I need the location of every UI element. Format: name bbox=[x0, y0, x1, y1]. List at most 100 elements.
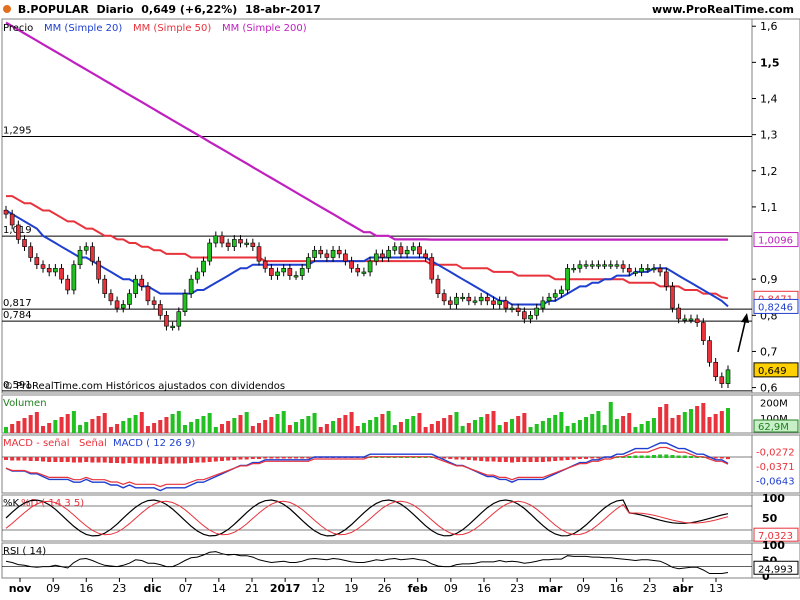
price-tick-label: 1,5 bbox=[760, 56, 780, 69]
candle-body bbox=[324, 253, 330, 258]
volume-bar bbox=[287, 425, 292, 433]
candle-body bbox=[460, 296, 465, 300]
candle-body bbox=[53, 268, 58, 273]
volume-bar bbox=[485, 414, 490, 433]
macd-hist-bar bbox=[108, 457, 113, 463]
volume-bar bbox=[158, 420, 163, 433]
macd-hist-bar bbox=[65, 457, 70, 462]
stoch-tick-label: 100 bbox=[762, 492, 785, 505]
candle-body bbox=[145, 286, 151, 302]
volume-bar bbox=[651, 418, 656, 433]
price-tick-label: 1,4 bbox=[760, 92, 778, 105]
candle-body bbox=[670, 286, 675, 309]
candle-body bbox=[404, 249, 410, 255]
x-tick-label: nov bbox=[9, 582, 32, 595]
x-tick-label: 12 bbox=[311, 582, 325, 595]
macd-hist-bar bbox=[263, 457, 268, 459]
macd-hist-bar bbox=[503, 457, 508, 462]
candle-body bbox=[114, 300, 120, 309]
candle-body bbox=[330, 249, 336, 258]
macd-hist-bar bbox=[682, 455, 687, 458]
candle-body bbox=[22, 239, 27, 247]
macd-hist-bar bbox=[460, 457, 465, 460]
volume-bar bbox=[713, 414, 718, 433]
macd-hist-bar bbox=[164, 457, 169, 464]
volume-bar bbox=[435, 421, 440, 433]
x-tick-label: 07 bbox=[179, 582, 193, 595]
panel-price bbox=[1, 18, 753, 394]
volume-tag-label: 62,9M bbox=[758, 422, 789, 433]
candle-body bbox=[707, 340, 712, 363]
volume-bar bbox=[577, 420, 582, 433]
macd-hist-bar bbox=[479, 457, 484, 461]
candle-body bbox=[40, 264, 46, 269]
candle-body bbox=[583, 264, 589, 267]
macd-hist-bar bbox=[645, 455, 650, 458]
volume-bar bbox=[201, 416, 206, 433]
volume-bar bbox=[608, 402, 613, 433]
volume-bar bbox=[269, 417, 274, 433]
volume-bar bbox=[423, 427, 428, 433]
volume-bar bbox=[41, 426, 46, 433]
candle-body bbox=[244, 242, 249, 245]
x-tick-label: 14 bbox=[212, 582, 226, 595]
candle-body bbox=[380, 253, 385, 258]
candle-body bbox=[293, 275, 299, 278]
volume-bar bbox=[115, 424, 120, 433]
candle-body bbox=[28, 246, 33, 258]
candle-body bbox=[435, 278, 441, 294]
candle-body bbox=[651, 268, 657, 271]
candle-body bbox=[559, 289, 564, 294]
candle-body bbox=[219, 235, 225, 244]
macd-hist-bar bbox=[688, 456, 693, 458]
macd-hist-bar bbox=[115, 457, 120, 463]
macd-hist-bar bbox=[676, 455, 681, 458]
candle-body bbox=[509, 307, 515, 310]
volume-bar bbox=[219, 424, 224, 433]
x-tick-label: dic bbox=[143, 582, 161, 595]
candle-body bbox=[497, 300, 502, 305]
candle-body bbox=[133, 278, 138, 294]
price-tick-label: 0,7 bbox=[760, 345, 778, 358]
macd-hist-bar bbox=[84, 457, 89, 462]
volume-bar bbox=[688, 409, 693, 433]
candle-body bbox=[77, 249, 83, 266]
x-tick-label: 26 bbox=[378, 582, 392, 595]
macd-hist-bar bbox=[577, 457, 582, 459]
volume-bar bbox=[380, 414, 385, 433]
volume-bar bbox=[170, 414, 175, 433]
volume-bar bbox=[108, 427, 113, 433]
macd-hist-bar bbox=[658, 454, 663, 458]
candle-body bbox=[602, 264, 607, 267]
candle-body bbox=[250, 242, 256, 247]
copyright-text: © ProRealTime.com Históricos ajustados c… bbox=[3, 380, 285, 392]
candle-body bbox=[534, 307, 540, 316]
volume-bar bbox=[275, 414, 280, 433]
macd-hist-bar bbox=[257, 457, 262, 459]
candle-body bbox=[207, 242, 212, 262]
macd-hist-bar bbox=[448, 457, 453, 459]
level-label: 0,784 bbox=[3, 310, 32, 321]
price-tick-label: 0,9 bbox=[760, 273, 778, 286]
macd-hist-bar bbox=[664, 454, 669, 458]
candle-body bbox=[287, 268, 293, 276]
macd-hist-bar bbox=[34, 457, 39, 461]
candle-body bbox=[454, 296, 459, 305]
candle-body bbox=[386, 249, 391, 258]
volume-bar bbox=[164, 417, 169, 433]
macd-hist-bar bbox=[306, 457, 311, 459]
candle-body bbox=[201, 260, 206, 273]
chart-canvas[interactable]: 1,2951,0190,8170,7840,5911,61,51,41,31,2… bbox=[0, 0, 800, 600]
volume-bar bbox=[152, 423, 157, 433]
macd-hist-bar bbox=[3, 457, 9, 460]
volume-bar bbox=[226, 421, 231, 433]
candle-body bbox=[343, 253, 348, 262]
candle-body bbox=[410, 246, 416, 251]
volume-bar bbox=[584, 417, 589, 433]
volume-bar bbox=[559, 412, 564, 433]
level-label: 1,295 bbox=[3, 125, 32, 136]
volume-bar bbox=[405, 419, 410, 433]
volume-bar bbox=[676, 415, 681, 433]
candle-body bbox=[232, 239, 237, 247]
volume-bar bbox=[250, 426, 255, 433]
